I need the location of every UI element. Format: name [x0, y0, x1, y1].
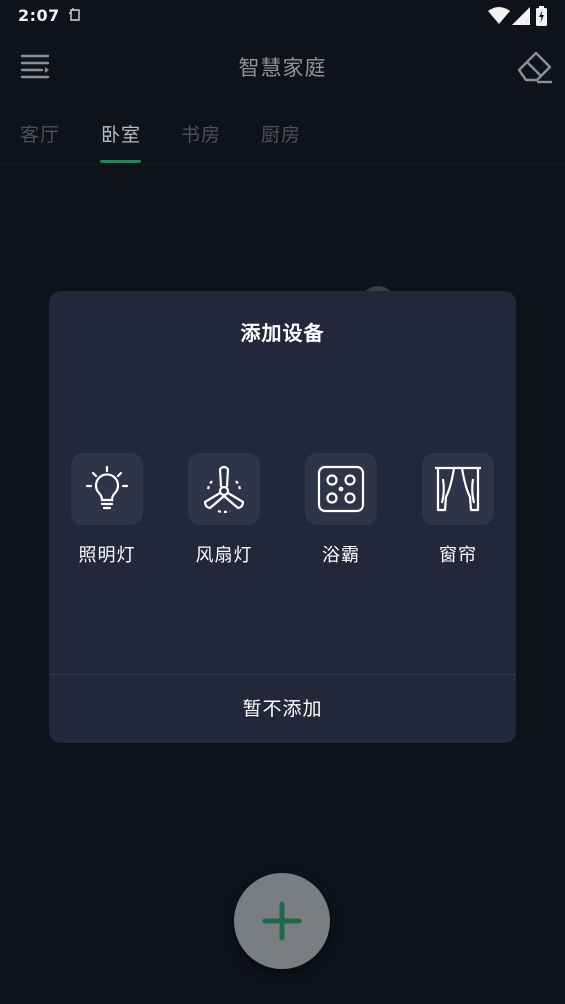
device-icon-tile	[422, 453, 494, 525]
status-time: 2:07	[18, 6, 60, 25]
room-tabs: 客厅 卧室 书房 厨房	[0, 108, 565, 165]
device-option-fan-light[interactable]: 风扇灯	[188, 453, 260, 566]
light-bulb-icon	[85, 465, 129, 510]
status-bar: 2:07	[0, 0, 565, 32]
tab-indicator	[100, 160, 141, 163]
device-option-light[interactable]: 照明灯	[71, 453, 143, 566]
device-label: 浴霸	[322, 545, 360, 566]
add-fab-button[interactable]	[234, 873, 330, 969]
device-label: 照明灯	[78, 545, 136, 566]
battery-icon	[536, 6, 547, 26]
add-device-dialog: 添加设备 照明灯 风扇灯 浴霸 窗帘 暂不添加	[49, 291, 516, 743]
notification-icon	[69, 8, 80, 21]
dialog-title: 添加设备	[240, 321, 325, 345]
device-icon-tile	[305, 453, 377, 525]
device-label: 风扇灯	[195, 545, 253, 566]
fan-icon	[203, 465, 245, 514]
tab-study[interactable]: 书房	[181, 120, 221, 147]
eraser-icon	[517, 51, 552, 84]
signal-icon	[512, 7, 530, 25]
skip-add-button[interactable]: 暂不添加	[49, 675, 516, 743]
plus-icon	[262, 901, 302, 941]
tab-living-room[interactable]: 客厅	[20, 120, 60, 147]
bath-heater-icon	[317, 465, 365, 513]
device-icon-tile	[188, 453, 260, 525]
device-icon-tile	[71, 453, 143, 525]
tab-bedroom[interactable]: 卧室	[101, 120, 141, 147]
page-title: 智慧家庭	[238, 56, 327, 80]
device-option-bath-heater[interactable]: 浴霸	[305, 453, 377, 566]
wifi-icon	[488, 7, 510, 24]
eraser-button[interactable]	[512, 46, 556, 88]
device-label: 窗帘	[439, 545, 477, 566]
tab-kitchen[interactable]: 厨房	[261, 120, 301, 147]
curtain-icon	[435, 466, 481, 512]
app-bar: 智慧家庭	[0, 32, 565, 102]
device-option-curtain[interactable]: 窗帘	[422, 453, 494, 566]
